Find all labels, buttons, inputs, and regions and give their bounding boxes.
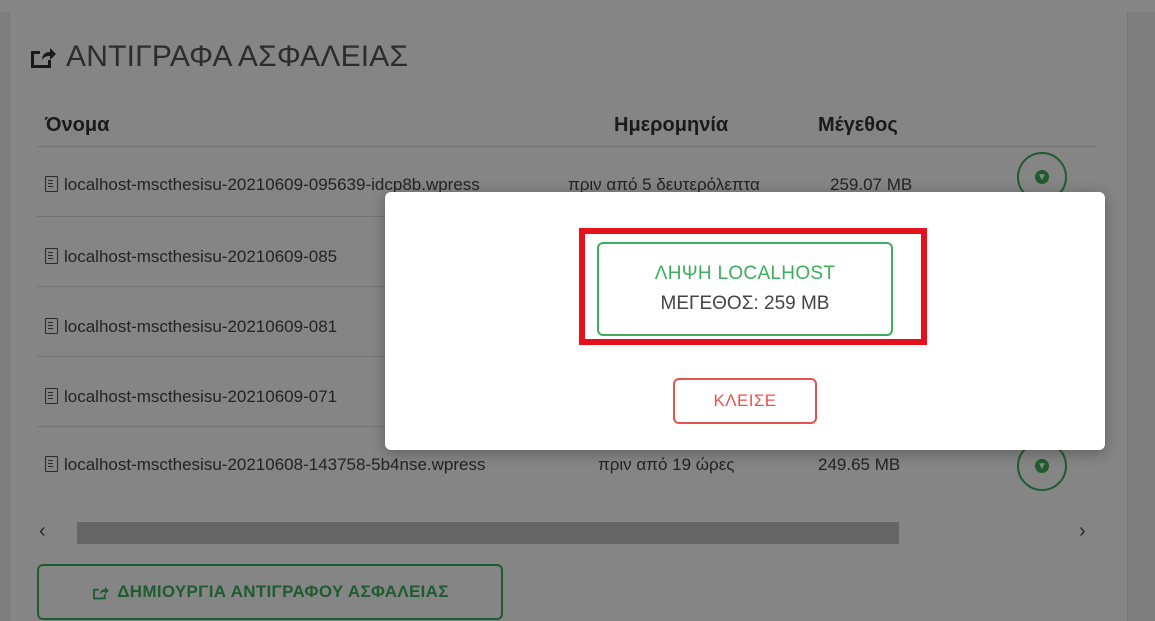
download-localhost-button[interactable]: ΛΗΨΗ LOCALHOST ΜΕΓΕΘΟΣ: 259 MB [597,242,893,336]
download-title: ΛΗΨΗ LOCALHOST [654,263,836,284]
close-button[interactable]: ΚΛΕΙΣΕ [673,378,817,424]
page: ΑΝΤΙΓΡΑΦΑ ΑΣΦΑΛΕΙΑΣ Όνομα Ημερομηνία Μέγ… [0,0,1155,621]
download-size: ΜΕΓΕΘΟΣ: 259 MB [660,293,830,314]
download-modal: ΛΗΨΗ LOCALHOST ΜΕΓΕΘΟΣ: 259 MB ΚΛΕΙΣΕ [385,192,1105,450]
